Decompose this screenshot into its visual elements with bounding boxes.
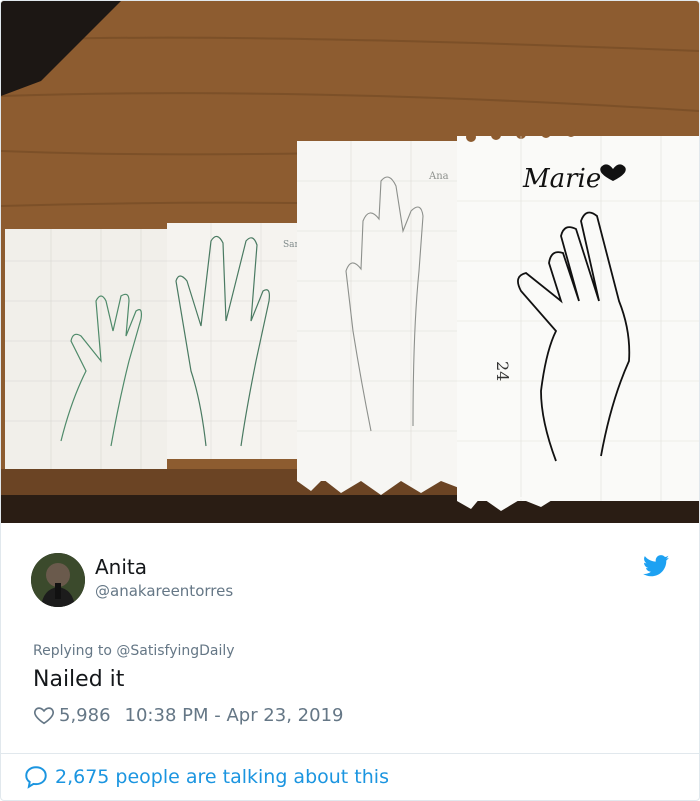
reply-context: Replying to @SatisfyingDaily — [33, 643, 235, 659]
reply-prefix: Replying to — [33, 643, 112, 659]
twitter-bird-icon[interactable] — [643, 555, 669, 577]
heart-icon[interactable] — [33, 704, 55, 726]
reply-to-link[interactable]: @SatisfyingDaily — [116, 643, 234, 659]
hand-drawings-photo: Sara Ana Marie 24 — [1, 1, 699, 523]
like-count[interactable]: 5,986 — [59, 705, 111, 726]
conversation-link[interactable]: 2,675 people are talking about this — [23, 764, 389, 790]
tweet-text: Nailed it — [33, 667, 125, 692]
conversation-text[interactable]: 2,675 people are talking about this — [55, 766, 389, 788]
tweet-header: Anita @anakareentorres — [31, 549, 671, 613]
avatar-image — [31, 553, 85, 607]
avatar[interactable] — [31, 553, 85, 607]
author-name[interactable]: Anita — [95, 555, 147, 579]
paper-label-marie: Marie — [522, 164, 601, 194]
tweet-card: Sara Ana Marie 24 Anita @anakareentorres… — [0, 0, 700, 801]
tweet-meta: 5,986 10:38 PM - Apr 23, 2019 — [33, 702, 343, 728]
paper-label-ana: Ana — [428, 171, 449, 182]
tweet-photo[interactable]: Sara Ana Marie 24 — [1, 1, 699, 523]
divider — [1, 753, 699, 754]
timestamp[interactable]: 10:38 PM - Apr 23, 2019 — [125, 705, 344, 726]
speech-bubble-icon — [25, 766, 47, 789]
author-handle[interactable]: @anakareentorres — [95, 581, 233, 601]
paper-label-24: 24 — [493, 361, 512, 381]
